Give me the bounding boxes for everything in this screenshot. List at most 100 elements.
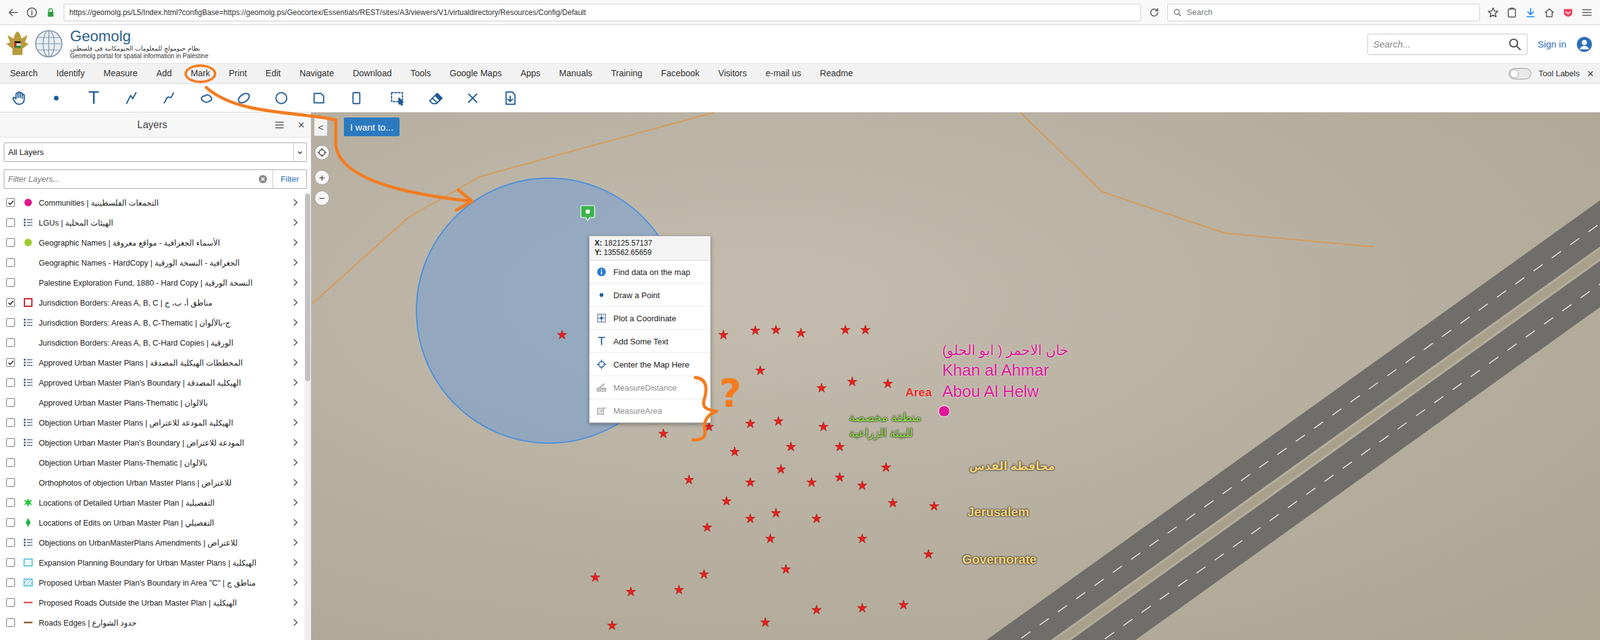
draw-tool-button[interactable] <box>300 84 338 112</box>
search-magnifier-icon[interactable] <box>1508 37 1522 52</box>
close-panel-button[interactable]: × <box>297 119 305 131</box>
context-menu-item[interactable]: Find data on the map <box>589 260 711 284</box>
browser-search-field[interactable]: Search <box>1167 3 1480 22</box>
locate-button[interactable] <box>314 145 330 161</box>
chevron-right-icon[interactable] <box>291 357 299 368</box>
star-marker-icon[interactable] <box>923 549 933 559</box>
layer-row[interactable]: LGUs | الهيئات المحلية <box>0 212 305 233</box>
menu-tab[interactable]: Facebook <box>651 63 709 84</box>
chevron-right-icon[interactable] <box>291 237 299 248</box>
menu-tab[interactable]: Manuals <box>549 63 602 84</box>
layer-checkbox[interactable] <box>6 418 16 428</box>
layer-checkbox[interactable] <box>6 438 16 448</box>
layer-checkbox[interactable] <box>6 298 16 307</box>
layer-row[interactable]: Geographic Names | الأسماء الجغرافية - م… <box>0 232 305 253</box>
star-marker-icon[interactable] <box>860 325 870 335</box>
map-view[interactable]: خان الاحمر ( ابو الحلو)Khan al AhmarAbou… <box>311 112 1600 640</box>
chevron-right-icon[interactable] <box>291 197 299 208</box>
star-marker-icon[interactable] <box>770 325 781 335</box>
zoom-in-button[interactable]: + <box>314 170 330 186</box>
layer-checkbox[interactable] <box>6 358 16 368</box>
star-marker-icon[interactable] <box>699 569 709 579</box>
clear-filter-icon[interactable] <box>258 174 268 184</box>
chevron-right-icon[interactable] <box>291 517 299 528</box>
star-marker-icon[interactable] <box>702 522 712 533</box>
home-icon[interactable] <box>1543 6 1555 19</box>
draw-tool-button[interactable] <box>491 84 529 112</box>
layer-row[interactable]: Approved Urban Master Plans | المخططات ا… <box>0 352 305 373</box>
chevron-right-icon[interactable] <box>291 377 299 388</box>
chevron-right-icon[interactable] <box>291 617 299 628</box>
layer-checkbox[interactable] <box>6 458 16 468</box>
menu-tab[interactable]: Google Maps <box>440 63 511 84</box>
chevron-right-icon[interactable] <box>291 597 299 608</box>
layer-checkbox[interactable] <box>6 258 16 267</box>
sign-in-link[interactable]: Sign in <box>1537 38 1567 50</box>
draw-tool-button[interactable] <box>37 84 76 112</box>
star-marker-icon[interactable] <box>880 462 891 473</box>
star-marker-icon[interactable] <box>718 330 728 340</box>
back-arrow-icon[interactable] <box>7 6 19 19</box>
draw-tool-button[interactable] <box>112 84 151 112</box>
star-marker-icon[interactable] <box>658 428 668 439</box>
star-marker-icon[interactable] <box>857 603 867 613</box>
i-want-to-button[interactable]: I want to... <box>343 117 400 137</box>
star-marker-icon[interactable] <box>721 496 731 506</box>
zoom-out-button[interactable]: − <box>314 190 330 206</box>
star-marker-icon[interactable] <box>557 330 567 340</box>
star-marker-icon[interactable] <box>882 378 893 389</box>
filter-field[interactable]: Filter Layers...Filter <box>3 169 307 189</box>
layer-row[interactable]: Palestine Exploration Fund, 1880 - Hard … <box>0 272 305 293</box>
star-marker-icon[interactable] <box>785 442 796 452</box>
draw-tool-button[interactable]: T <box>75 84 113 112</box>
draw-tool-button[interactable] <box>262 84 301 112</box>
star-marker-icon[interactable] <box>773 416 783 426</box>
context-menu-item[interactable]: Center the Map Here <box>589 353 711 377</box>
star-marker-icon[interactable] <box>590 572 600 583</box>
chevron-right-icon[interactable] <box>291 577 299 588</box>
star-marker-icon[interactable] <box>811 605 821 615</box>
collapse-panel-button[interactable]: < <box>313 117 328 137</box>
chevron-right-icon[interactable] <box>291 337 299 348</box>
star-marker-icon[interactable] <box>898 600 908 610</box>
star-marker-icon[interactable] <box>765 533 775 544</box>
chevron-right-icon[interactable] <box>291 277 299 288</box>
star-marker-icon[interactable] <box>811 513 821 524</box>
star-marker-icon[interactable] <box>684 475 694 485</box>
menu-tab[interactable]: Readme <box>810 63 863 84</box>
chevron-right-icon[interactable] <box>291 457 299 468</box>
brand[interactable]: Geomolgنظام جيومولج للمعلومات الجيومكاني… <box>5 28 209 61</box>
layer-row[interactable]: Objections on UrbanMasterPlans Amendment… <box>0 532 305 553</box>
chevron-right-icon[interactable] <box>291 257 299 268</box>
star-marker-icon[interactable] <box>795 328 806 338</box>
chevron-right-icon[interactable] <box>291 437 299 448</box>
layer-checkbox[interactable] <box>6 618 16 628</box>
layer-checkbox[interactable] <box>6 578 16 588</box>
layer-checkbox[interactable] <box>6 378 16 388</box>
draw-tool-button[interactable] <box>187 84 226 112</box>
layer-checkbox[interactable] <box>6 318 16 328</box>
layer-options-icon[interactable] <box>273 119 286 131</box>
layer-row[interactable]: Jurisdiction Borders: Areas A, B, C-Hard… <box>0 332 305 353</box>
context-menu-item[interactable]: Draw a Point <box>589 283 711 307</box>
url-field[interactable]: https://geomolg.ps/L5/Index.html?configB… <box>63 3 1142 22</box>
star-marker-icon[interactable] <box>704 422 714 432</box>
layer-checkbox[interactable] <box>6 478 16 488</box>
draw-tool-button[interactable] <box>150 84 188 112</box>
layer-filter-select[interactable]: All Layers <box>3 142 307 162</box>
pocket-icon[interactable] <box>1562 6 1574 19</box>
layer-checkbox[interactable] <box>6 518 16 528</box>
star-marker-icon[interactable] <box>760 617 770 628</box>
star-marker-icon[interactable] <box>745 513 755 524</box>
star-marker-icon[interactable] <box>857 480 867 491</box>
chevron-right-icon[interactable] <box>291 317 299 328</box>
chevron-right-icon[interactable] <box>291 397 299 408</box>
layer-list-scrollbar[interactable] <box>304 192 311 640</box>
download-icon[interactable] <box>1524 6 1537 19</box>
layer-row[interactable]: Roads Edges | حدود الشوارع <box>0 612 305 633</box>
star-marker-icon[interactable] <box>729 447 740 457</box>
filter-button[interactable]: Filter <box>272 170 307 189</box>
star-marker-icon[interactable] <box>834 472 845 483</box>
hamburger-menu-icon[interactable] <box>1581 6 1593 19</box>
menu-tab[interactable]: Navigate <box>290 63 344 84</box>
